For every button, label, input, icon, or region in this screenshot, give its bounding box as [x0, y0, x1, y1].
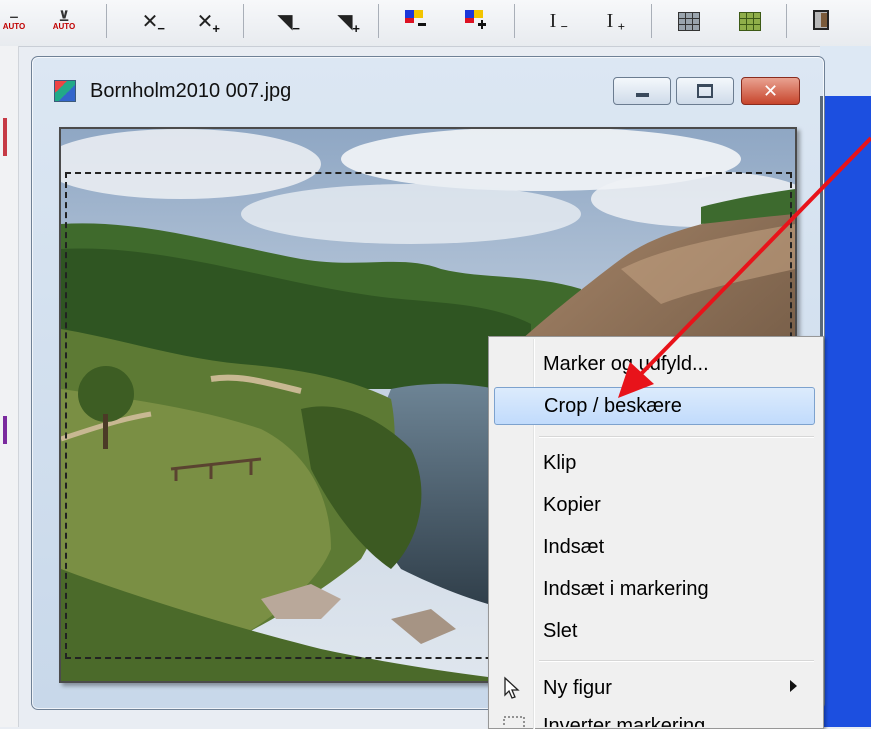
close-icon: ✕	[762, 80, 779, 101]
left-panel	[0, 46, 19, 727]
zoom-out-button[interactable]: ✕ −	[135, 6, 165, 36]
zoom-in-icon: ✕ +	[196, 10, 220, 36]
brightness-up-icon: ◥ +	[337, 10, 360, 36]
cursor-icon	[503, 676, 523, 706]
color-up-icon	[460, 6, 490, 36]
toolbar-separator	[786, 4, 787, 38]
text-smaller-button[interactable]: I −	[538, 6, 568, 36]
menu-item-label: Crop / beskære	[544, 394, 682, 417]
auto-label: AUTO	[52, 22, 76, 31]
context-menu: Marker og udfyld... Crop / beskære Klip …	[488, 336, 824, 729]
toolbar-separator	[378, 4, 379, 38]
toolbar-separator	[106, 4, 107, 38]
menu-item-label: Indsæt i markering	[543, 577, 709, 600]
menu-item-copy[interactable]: Kopier	[491, 486, 819, 524]
toolbar-separator	[514, 4, 515, 38]
menu-item-paste-into-selection[interactable]: Indsæt i markering	[491, 570, 819, 608]
menu-item-label: Ny figur	[543, 676, 612, 699]
zoom-out-icon: ✕ −	[141, 10, 165, 36]
auto-level-icon: ⊻	[58, 8, 70, 24]
menu-item-cut[interactable]: Klip	[491, 444, 819, 482]
toolbar: ‒ AUTO ⊻ AUTO ✕ − ✕ + ◥ − ◥ + I − I +	[0, 0, 871, 47]
layer-button[interactable]	[813, 6, 831, 36]
auto-label: AUTO	[2, 22, 26, 31]
menu-item-paste[interactable]: Indsæt	[491, 528, 819, 566]
color-down-button[interactable]	[400, 6, 430, 36]
menu-separator	[539, 660, 814, 662]
maximize-button[interactable]	[676, 77, 734, 105]
color-down-icon	[400, 6, 430, 36]
layer-icon	[813, 10, 829, 30]
brightness-up-button[interactable]: ◥ +	[330, 6, 360, 36]
auto-level-icon: ‒	[10, 8, 18, 24]
toolbar-separator	[651, 4, 652, 38]
grid-color-button[interactable]	[739, 6, 761, 36]
text-larger-button[interactable]: I +	[595, 6, 625, 36]
close-button[interactable]: ✕	[741, 77, 800, 105]
grid-button[interactable]	[678, 6, 700, 36]
menu-item-invert-selection[interactable]: Inverter markering	[491, 711, 819, 727]
menu-item-label: Slet	[543, 619, 578, 642]
brightness-down-icon: ◥ −	[277, 10, 300, 36]
menu-item-label: Inverter markering	[543, 715, 706, 727]
menu-item-crop[interactable]: Crop / beskære	[494, 387, 815, 425]
selection-icon	[503, 713, 525, 727]
panel-marker	[3, 118, 7, 156]
workspace-background	[822, 96, 871, 727]
menu-item-new-shape[interactable]: Ny figur	[491, 669, 819, 707]
menu-item-delete[interactable]: Slet	[491, 612, 819, 650]
window-title: Bornholm2010 007.jpg	[90, 80, 292, 102]
zoom-in-button[interactable]: ✕ +	[190, 6, 220, 36]
auto-color-button[interactable]: ⊻ AUTO	[50, 6, 78, 36]
grid-green-icon	[739, 11, 761, 31]
background-window-title	[820, 46, 871, 96]
menu-separator	[539, 436, 814, 438]
minimize-icon	[635, 93, 649, 97]
image-file-icon	[54, 80, 76, 102]
menu-item-label: Klip	[543, 451, 577, 474]
minimize-button[interactable]	[613, 77, 671, 105]
menu-item-label: Marker og udfyld...	[543, 352, 709, 375]
auto-contrast-button[interactable]: ‒ AUTO	[0, 6, 28, 36]
menu-item-label: Kopier	[543, 493, 601, 516]
toolbar-separator	[243, 4, 244, 38]
maximize-icon	[697, 84, 713, 98]
menu-item-select-fill[interactable]: Marker og udfyld...	[491, 345, 819, 383]
text-smaller-icon: I −	[549, 9, 568, 34]
menu-item-label: Indsæt	[543, 535, 605, 558]
submenu-arrow-icon	[790, 680, 797, 692]
grid-icon	[678, 11, 700, 31]
color-up-button[interactable]	[460, 6, 490, 36]
brightness-down-button[interactable]: ◥ −	[270, 6, 300, 36]
text-larger-icon: I +	[606, 9, 625, 34]
panel-marker	[3, 416, 7, 444]
